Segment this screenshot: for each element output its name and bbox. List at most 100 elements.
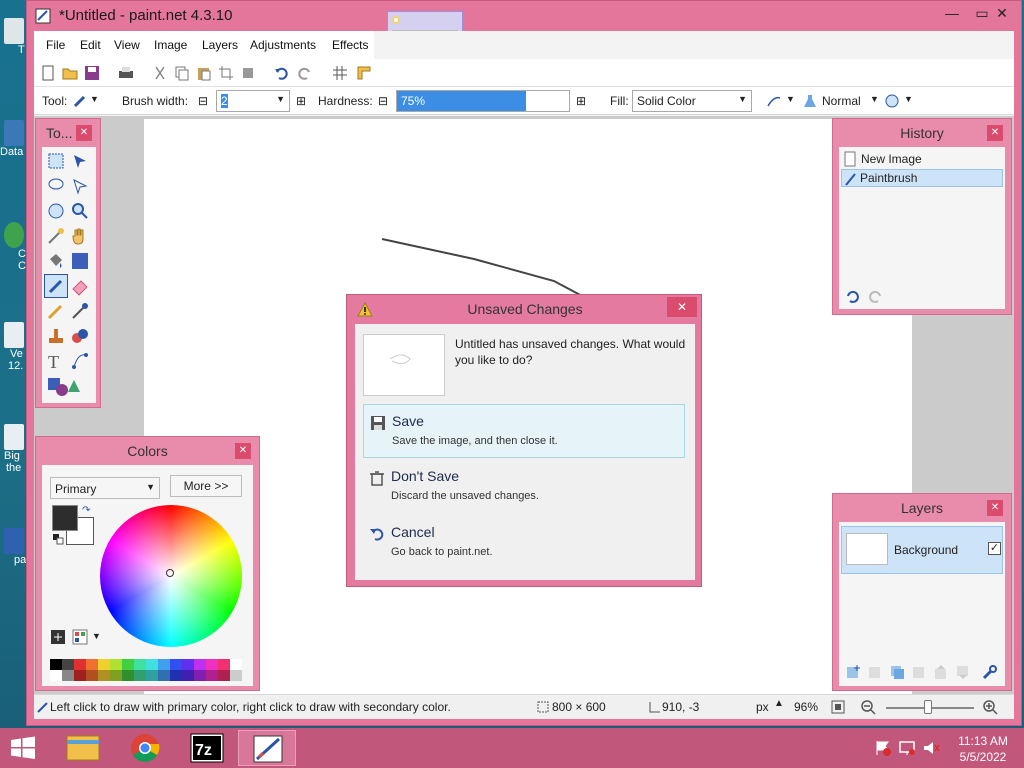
paint-bucket-icon[interactable] bbox=[46, 251, 66, 271]
add-color-icon[interactable] bbox=[50, 629, 66, 645]
move-selection-icon[interactable] bbox=[70, 176, 90, 196]
move-selected-icon[interactable] bbox=[70, 151, 90, 171]
selection-mode-icon[interactable] bbox=[884, 93, 900, 109]
colors-panel-close-button[interactable]: ✕ bbox=[235, 443, 251, 459]
rectangle-select-icon[interactable] bbox=[46, 151, 66, 171]
antialiasing-icon[interactable] bbox=[766, 93, 782, 109]
gradient-icon[interactable] bbox=[70, 251, 90, 271]
new-file-icon[interactable] bbox=[40, 65, 56, 81]
menu-adjustments[interactable]: Adjustments bbox=[250, 38, 316, 52]
move-layer-up-icon[interactable] bbox=[933, 664, 949, 680]
units-dropdown-icon[interactable]: ▲ bbox=[774, 698, 784, 709]
menu-file[interactable]: File bbox=[46, 38, 65, 52]
blend-mode-flask-icon[interactable] bbox=[802, 93, 818, 109]
volume-muted-icon[interactable] bbox=[922, 740, 940, 756]
start-windows-icon[interactable] bbox=[10, 736, 36, 760]
history-item-selected[interactable]: Paintbrush bbox=[841, 169, 1003, 187]
dont-save-option-button[interactable]: Don't Save Discard the unsaved changes. bbox=[363, 460, 685, 514]
eraser-icon[interactable] bbox=[70, 276, 90, 296]
history-item[interactable]: New Image bbox=[841, 150, 1003, 168]
color-picker-icon[interactable] bbox=[70, 301, 90, 321]
zoom-slider-thumb[interactable] bbox=[924, 700, 932, 714]
ellipse-select-icon[interactable] bbox=[46, 201, 66, 221]
pan-hand-icon[interactable] bbox=[70, 226, 90, 246]
layer-row[interactable]: Background ✓ bbox=[841, 526, 1003, 574]
hardness-slider[interactable]: 75% bbox=[396, 90, 570, 112]
undo-icon[interactable] bbox=[274, 65, 290, 81]
move-layer-down-icon[interactable] bbox=[955, 664, 971, 680]
selection-mode-dropdown-icon[interactable]: ▼ bbox=[904, 94, 913, 104]
primary-secondary-select[interactable]: Primary ▼ bbox=[50, 477, 160, 499]
shapes-tool-icon[interactable] bbox=[46, 376, 90, 396]
reset-colors-icon[interactable] bbox=[52, 533, 64, 545]
menu-layers[interactable]: Layers bbox=[202, 38, 238, 52]
palette-icon[interactable] bbox=[72, 629, 88, 645]
hardness-decrease-icon[interactable]: ⊟ bbox=[378, 94, 388, 108]
deselect-icon[interactable] bbox=[240, 65, 256, 81]
layer-visibility-checkbox[interactable]: ✓ bbox=[988, 542, 1001, 555]
minimize-button[interactable]: — bbox=[937, 1, 967, 25]
history-panel-title[interactable]: History bbox=[833, 119, 1011, 147]
network-icon[interactable] bbox=[898, 740, 916, 756]
palette-dropdown-icon[interactable]: ▼ bbox=[92, 631, 101, 641]
action-center-flag-icon[interactable] bbox=[874, 740, 892, 756]
open-folder-icon[interactable] bbox=[62, 65, 78, 81]
paintbrush-icon[interactable] bbox=[72, 93, 88, 109]
zoom-in-icon[interactable] bbox=[982, 699, 998, 715]
cut-icon[interactable] bbox=[152, 65, 168, 81]
menu-image[interactable]: Image bbox=[154, 38, 187, 52]
menu-effects[interactable]: Effects bbox=[332, 38, 368, 52]
taskbar-file-explorer[interactable] bbox=[54, 730, 112, 766]
history-panel-close-button[interactable]: ✕ bbox=[987, 125, 1003, 141]
layers-panel-title[interactable]: Layers bbox=[833, 494, 1011, 522]
blend-mode-value[interactable]: Normal bbox=[822, 94, 861, 108]
ruler-icon[interactable] bbox=[356, 65, 372, 81]
palette-swatches[interactable] bbox=[50, 659, 242, 681]
desktop-icon[interactable]: Data bbox=[0, 120, 26, 158]
blend-mode-dropdown-icon[interactable]: ▼ bbox=[870, 94, 879, 104]
desktop-icon[interactable]: pa bbox=[0, 528, 26, 566]
desktop-icon[interactable]: C C bbox=[0, 222, 26, 272]
save-icon[interactable] bbox=[84, 65, 100, 81]
dialog-close-button[interactable]: ✕ bbox=[667, 297, 697, 317]
zoom-out-icon[interactable] bbox=[860, 699, 876, 715]
desktop-icon[interactable]: Ve 12. bbox=[0, 322, 26, 372]
fill-select[interactable]: Solid Color ▼ bbox=[632, 90, 752, 112]
menu-edit[interactable]: Edit bbox=[80, 38, 101, 52]
brush-width-increase-icon[interactable]: ⊞ bbox=[296, 94, 306, 108]
taskbar-chrome[interactable] bbox=[116, 730, 174, 766]
grid-icon[interactable] bbox=[332, 65, 348, 81]
line-curve-icon[interactable] bbox=[70, 351, 90, 371]
desktop-icon[interactable]: Big the bbox=[0, 424, 26, 474]
save-option-button[interactable]: Save Save the image, and then close it. bbox=[363, 404, 685, 458]
magic-wand-icon[interactable] bbox=[46, 226, 66, 246]
paste-icon[interactable] bbox=[196, 65, 212, 81]
brush-width-input[interactable]: 2 ▼ bbox=[216, 90, 290, 112]
clone-stamp-icon[interactable] bbox=[46, 326, 66, 346]
colors-panel-title[interactable]: Colors bbox=[36, 437, 259, 465]
tools-panel-close-button[interactable]: ✕ bbox=[76, 125, 92, 141]
zoom-to-window-icon[interactable] bbox=[830, 699, 846, 715]
print-icon[interactable] bbox=[118, 65, 134, 81]
hardness-increase-icon[interactable]: ⊞ bbox=[576, 94, 586, 108]
title-bar[interactable]: *Untitled - paint.net 4.3.10 — ▭ ✕ ? bbox=[27, 1, 1021, 83]
clock-time[interactable]: 11:13 AM bbox=[950, 734, 1016, 748]
color-wheel-cursor[interactable] bbox=[166, 569, 174, 577]
tool-dropdown-arrow-icon[interactable]: ▼ bbox=[90, 94, 99, 104]
paintbrush-tool-selected[interactable] bbox=[44, 274, 68, 298]
layers-panel-close-button[interactable]: ✕ bbox=[987, 500, 1003, 516]
taskbar-7zip[interactable]: 7z bbox=[178, 730, 236, 766]
antialiasing-dropdown-icon[interactable]: ▼ bbox=[786, 94, 795, 104]
delete-layer-icon[interactable] bbox=[867, 664, 883, 680]
close-button[interactable]: ✕ bbox=[985, 1, 1019, 25]
add-layer-icon[interactable] bbox=[845, 664, 861, 680]
history-undo-icon[interactable] bbox=[845, 289, 861, 303]
redo-icon[interactable] bbox=[296, 65, 312, 81]
layer-properties-wrench-icon[interactable] bbox=[981, 664, 997, 680]
duplicate-layer-icon[interactable] bbox=[889, 664, 905, 680]
more-colors-button[interactable]: More >> bbox=[170, 475, 242, 497]
copy-icon[interactable] bbox=[174, 65, 190, 81]
crop-icon[interactable] bbox=[218, 65, 234, 81]
taskbar-paintnet-active[interactable] bbox=[238, 730, 296, 766]
swap-colors-icon[interactable]: ↷ bbox=[82, 505, 90, 516]
